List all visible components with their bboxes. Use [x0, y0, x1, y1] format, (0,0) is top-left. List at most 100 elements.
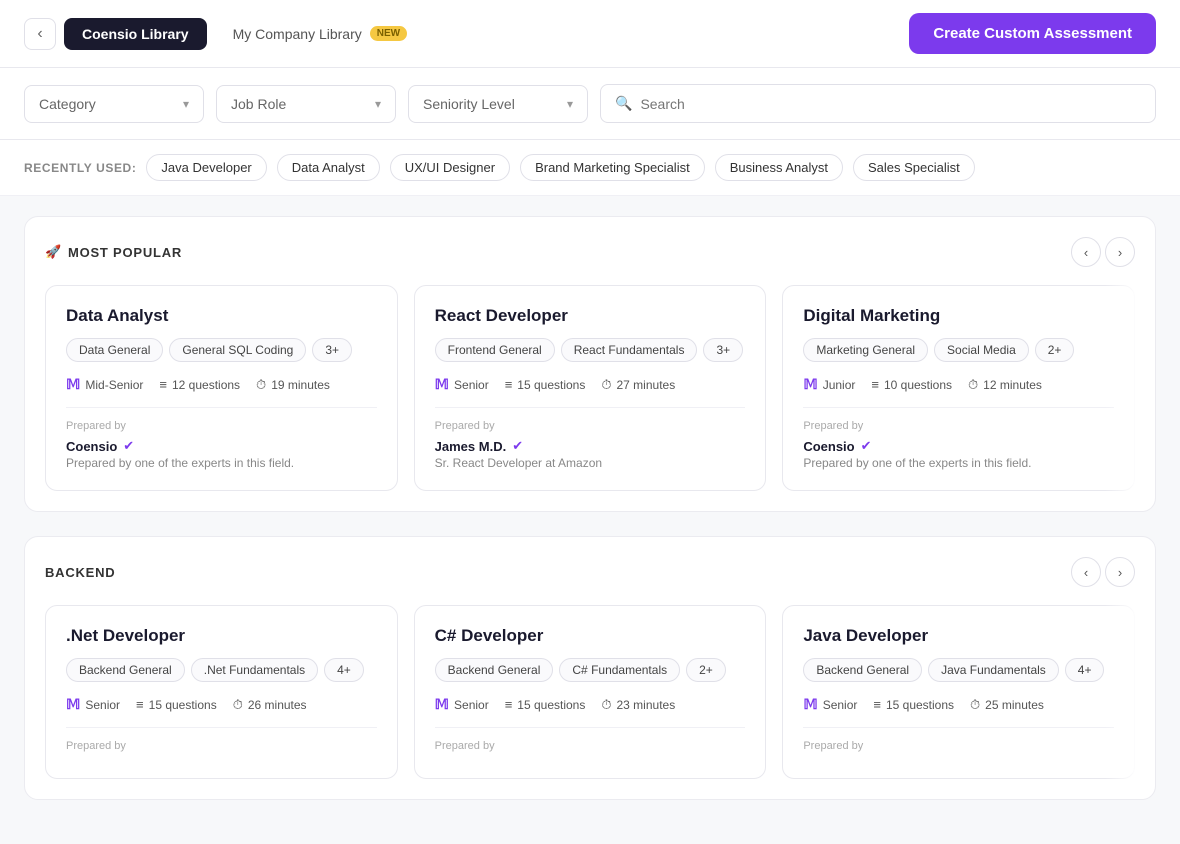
author-name: Coensio: [803, 439, 854, 454]
verified-icon: ✔: [861, 438, 872, 454]
nav-arrows-popular: ‹ ›: [1071, 237, 1135, 267]
card-title: C# Developer: [435, 626, 746, 646]
tag: General SQL Coding: [169, 338, 306, 362]
chip-sales-specialist[interactable]: Sales Specialist: [853, 154, 975, 181]
create-custom-assessment-button[interactable]: Create Custom Assessment: [909, 13, 1156, 54]
time-meta: ⏱ 27 minutes: [601, 377, 675, 393]
questions-count: 15 questions: [149, 698, 217, 712]
divider: [803, 407, 1114, 408]
recently-used-bar: RECENTLY USED: Java Developer Data Analy…: [0, 140, 1180, 196]
clock-icon: ⏱: [968, 377, 978, 393]
tag: 4+: [324, 658, 364, 682]
card-java-developer: Java Developer Backend General Java Fund…: [782, 605, 1135, 779]
prepared-by-label: Prepared by: [435, 740, 746, 752]
seniority-filter[interactable]: Seniority Level ▾: [408, 85, 588, 123]
main-content: 🚀 MOST POPULAR ‹ › Data Analyst Data Gen…: [0, 196, 1180, 844]
questions-meta: ≡ 15 questions: [873, 697, 954, 712]
prepared-by-label: Prepared by: [803, 420, 1114, 432]
card-digital-marketing: Digital Marketing Marketing General Soci…: [782, 285, 1135, 491]
card-title: React Developer: [435, 306, 746, 326]
next-button-backend[interactable]: ›: [1105, 557, 1135, 587]
questions-meta: ≡ 15 questions: [505, 697, 586, 712]
tab-coensio-library[interactable]: Coensio Library: [64, 18, 207, 50]
time-meta: ⏱ 25 minutes: [970, 697, 1044, 713]
card-tags: Backend General Java Fundamentals 4+: [803, 658, 1114, 682]
card-title: Java Developer: [803, 626, 1114, 646]
search-box: 🔍: [600, 84, 1156, 123]
card-react-developer: React Developer Frontend General React F…: [414, 285, 767, 491]
search-icon: 🔍: [615, 95, 632, 112]
clock-icon: ⏱: [601, 377, 611, 393]
divider: [66, 727, 377, 728]
questions-meta: ≡ 10 questions: [871, 377, 952, 392]
filters-bar: Category ▾ Job Role ▾ Seniority Level ▾ …: [0, 68, 1180, 140]
card-data-analyst: Data Analyst Data General General SQL Co…: [45, 285, 398, 491]
tab-company-library[interactable]: My Company Library NEW: [215, 18, 426, 50]
job-role-filter[interactable]: Job Role ▾: [216, 85, 396, 123]
verified-icon: ✔: [123, 438, 134, 454]
clock-icon: ⏱: [970, 697, 980, 713]
seniority: 𝕄 Senior: [435, 696, 489, 713]
seniority: 𝕄 Junior: [803, 376, 855, 393]
questions-meta: ≡ 15 questions: [136, 697, 217, 712]
time-label: 12 minutes: [983, 378, 1042, 392]
author-name: Coensio: [66, 439, 117, 454]
card-net-developer: .Net Developer Backend General .Net Fund…: [45, 605, 398, 779]
author-info: Coensio ✔: [803, 438, 1114, 454]
questions-count: 12 questions: [172, 378, 240, 392]
card-title: .Net Developer: [66, 626, 377, 646]
time-meta: ⏱ 23 minutes: [601, 697, 675, 713]
tag: 2+: [686, 658, 726, 682]
time-label: 27 minutes: [617, 378, 676, 392]
tag: Marketing General: [803, 338, 928, 362]
questions-count: 15 questions: [517, 698, 585, 712]
questions-icon: ≡: [159, 377, 167, 392]
card-title: Digital Marketing: [803, 306, 1114, 326]
tag: Backend General: [66, 658, 185, 682]
author-bio: Prepared by one of the experts in this f…: [66, 456, 377, 470]
questions-meta: ≡ 12 questions: [159, 377, 240, 392]
card-meta: 𝕄 Senior ≡ 15 questions ⏱ 23 minutes: [435, 696, 746, 713]
card-title: Data Analyst: [66, 306, 377, 326]
divider: [66, 407, 377, 408]
seniority-icon: 𝕄: [435, 376, 449, 393]
cards-wrapper-popular: Data Analyst Data General General SQL Co…: [45, 285, 1135, 491]
most-popular-section: 🚀 MOST POPULAR ‹ › Data Analyst Data Gen…: [24, 216, 1156, 512]
tag: 2+: [1035, 338, 1075, 362]
back-button[interactable]: ‹: [24, 18, 56, 50]
chip-data-analyst[interactable]: Data Analyst: [277, 154, 380, 181]
chip-brand-marketing[interactable]: Brand Marketing Specialist: [520, 154, 705, 181]
prev-button-backend[interactable]: ‹: [1071, 557, 1101, 587]
tag: .Net Fundamentals: [191, 658, 318, 682]
divider: [803, 727, 1114, 728]
questions-count: 15 questions: [886, 698, 954, 712]
time-label: 19 minutes: [271, 378, 330, 392]
seniority-icon: 𝕄: [803, 696, 817, 713]
verified-icon: ✔: [512, 438, 523, 454]
next-button-popular[interactable]: ›: [1105, 237, 1135, 267]
card-tags: Backend General C# Fundamentals 2+: [435, 658, 746, 682]
tag: Java Fundamentals: [928, 658, 1059, 682]
rocket-icon: 🚀: [45, 244, 62, 260]
time-meta: ⏱ 26 minutes: [233, 697, 307, 713]
seniority: 𝕄 Mid-Senior: [66, 376, 143, 393]
category-filter[interactable]: Category ▾: [24, 85, 204, 123]
time-meta: ⏱ 12 minutes: [968, 377, 1042, 393]
time-label: 25 minutes: [985, 698, 1044, 712]
nav-arrows-backend: ‹ ›: [1071, 557, 1135, 587]
card-meta: 𝕄 Junior ≡ 10 questions ⏱ 12 minutes: [803, 376, 1114, 393]
search-input[interactable]: [640, 96, 1141, 112]
seniority-label: Seniority Level: [423, 96, 515, 112]
tag: Backend General: [435, 658, 554, 682]
author-bio: Sr. React Developer at Amazon: [435, 456, 746, 470]
card-tags: Backend General .Net Fundamentals 4+: [66, 658, 377, 682]
tag: React Fundamentals: [561, 338, 698, 362]
chip-uxui-designer[interactable]: UX/UI Designer: [390, 154, 510, 181]
chip-java-developer[interactable]: Java Developer: [146, 154, 266, 181]
seniority-icon: 𝕄: [435, 696, 449, 713]
time-label: 26 minutes: [248, 698, 307, 712]
clock-icon: ⏱: [233, 697, 243, 713]
prev-button-popular[interactable]: ‹: [1071, 237, 1101, 267]
chip-business-analyst[interactable]: Business Analyst: [715, 154, 843, 181]
section-title-popular: 🚀 MOST POPULAR: [45, 244, 182, 260]
